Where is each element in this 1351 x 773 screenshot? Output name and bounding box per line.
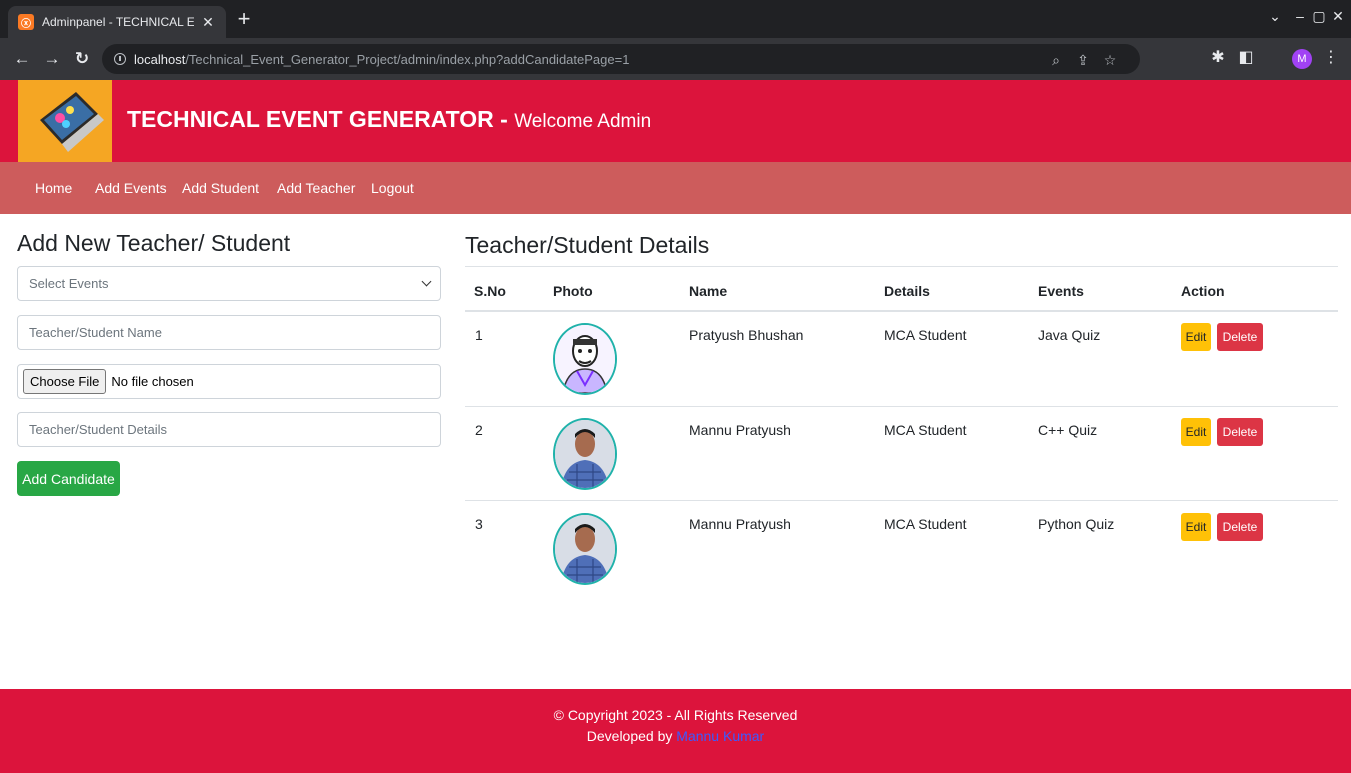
name-placeholder: Teacher/Student Name <box>29 325 162 340</box>
site-info-icon[interactable] <box>114 53 126 65</box>
forward-icon[interactable]: → <box>42 49 62 69</box>
delete-button[interactable]: Delete <box>1217 513 1263 541</box>
col-name: Name <box>689 283 728 299</box>
row-name: Mannu Pratyush <box>689 516 791 532</box>
row-details: MCA Student <box>884 327 967 343</box>
delete-button[interactable]: Delete <box>1217 323 1263 351</box>
details-input[interactable]: Teacher/Student Details <box>17 412 441 447</box>
developed-by: Developed by Mannu Kumar <box>0 728 1351 744</box>
form-heading: Add New Teacher/ Student <box>17 230 291 256</box>
extensions-icon[interactable]: ✱ <box>1209 49 1227 67</box>
row-sno: 1 <box>475 327 483 343</box>
table-heading: Teacher/Student Details <box>465 232 710 258</box>
delete-button[interactable]: Delete <box>1217 418 1263 446</box>
url-host: localhost <box>134 51 186 67</box>
edit-button[interactable]: Edit <box>1181 418 1211 446</box>
minimize-icon[interactable]: – <box>1290 8 1310 24</box>
row-details: MCA Student <box>884 422 967 438</box>
main-navbar: Home Add Events Add Student Add Teacher … <box>0 162 1351 214</box>
col-action: Action <box>1181 283 1225 299</box>
tab-title: Adminpanel - TECHNICAL EVEN <box>42 15 194 29</box>
row-event: C++ Quiz <box>1038 422 1098 438</box>
copyright-text: © Copyright 2023 - All Rights Reserved <box>553 707 798 723</box>
xampp-favicon-icon: ⓧ <box>18 14 34 30</box>
col-details: Details <box>884 283 930 299</box>
name-input[interactable]: Teacher/Student Name <box>17 315 441 350</box>
table-top-border <box>465 266 1338 267</box>
bookmark-star-icon[interactable]: ☆ <box>1101 52 1119 69</box>
site-header: TECHNICAL EVENT GENERATOR - Welcome Admi… <box>0 80 1351 162</box>
row-event: Python Quiz <box>1038 516 1115 532</box>
row-event: Java Quiz <box>1038 327 1101 343</box>
row-name: Pratyush Bhushan <box>689 327 804 343</box>
details-placeholder: Teacher/Student Details <box>29 422 168 437</box>
row-sno: 3 <box>475 516 483 532</box>
row-sno: 2 <box>475 422 483 438</box>
col-events: Events <box>1038 283 1084 299</box>
browser-tab[interactable]: ⓧ Adminpanel - TECHNICAL EVEN ✕ <box>8 6 226 38</box>
browser-toolbar: ← → ↻ localhost/Technical_Event_Generato… <box>0 38 1351 80</box>
row-details: MCA Student <box>884 516 967 532</box>
row-divider <box>465 406 1338 407</box>
nav-home[interactable]: Home <box>35 180 72 196</box>
nav-add-teacher[interactable]: Add Teacher <box>277 180 355 196</box>
developer-link[interactable]: Mannu Kumar <box>676 728 764 744</box>
site-logo <box>18 80 112 162</box>
developed-by-label: Developed by <box>586 728 677 744</box>
restore-icon[interactable]: ▢ <box>1309 8 1329 25</box>
nav-add-student[interactable]: Add Student <box>182 180 259 196</box>
event-select-value: Select Events <box>29 276 109 291</box>
new-tab-icon[interactable]: + <box>232 7 256 31</box>
row-divider <box>465 500 1338 501</box>
col-photo: Photo <box>553 283 593 299</box>
sketch-portrait-avatar <box>553 323 617 395</box>
tab-search-icon[interactable]: ⌄ <box>1265 8 1285 25</box>
event-select[interactable]: Select Events <box>17 266 441 301</box>
close-window-icon[interactable]: ✕ <box>1328 8 1348 25</box>
photo-file-input[interactable]: Choose File No file chosen <box>17 364 441 399</box>
side-panel-icon[interactable]: ◧ <box>1237 49 1255 67</box>
edit-button[interactable]: Edit <box>1181 323 1211 351</box>
zoom-icon[interactable]: ⌕ <box>1047 52 1065 69</box>
close-tab-icon[interactable]: ✕ <box>200 14 216 31</box>
site-title-text: TECHNICAL EVENT GENERATOR <box>127 106 494 132</box>
photo-portrait-avatar <box>553 418 617 490</box>
address-bar[interactable]: localhost/Technical_Event_Generator_Proj… <box>102 44 1140 74</box>
nav-add-events[interactable]: Add Events <box>95 180 167 196</box>
reload-icon[interactable]: ↻ <box>72 49 92 69</box>
site-title: TECHNICAL EVENT GENERATOR - Welcome Admi… <box>127 106 651 133</box>
file-status: No file chosen <box>111 374 194 389</box>
col-sno: S.No <box>474 283 506 299</box>
photo-portrait-avatar <box>553 513 617 585</box>
back-icon[interactable]: ← <box>12 49 32 69</box>
title-separator: - <box>493 106 515 132</box>
add-candidate-button[interactable]: Add Candidate <box>17 461 120 496</box>
browser-tab-bar: ⓧ Adminpanel - TECHNICAL EVEN ✕ + ⌄ – ▢ … <box>0 0 1351 38</box>
site-footer: © Copyright 2023 - All Rights Reserved D… <box>0 689 1351 773</box>
choose-file-button[interactable]: Choose File <box>23 369 107 394</box>
edit-button[interactable]: Edit <box>1181 513 1211 541</box>
welcome-text: Welcome Admin <box>514 111 652 132</box>
profile-avatar[interactable]: M <box>1292 49 1312 69</box>
row-name: Mannu Pratyush <box>689 422 791 438</box>
header-bottom-border <box>465 310 1338 312</box>
menu-kebab-icon[interactable]: ⋮ <box>1322 49 1340 67</box>
share-icon[interactable]: ⇪ <box>1074 52 1092 69</box>
url-path: /Technical_Event_Generator_Project/admin… <box>185 51 630 67</box>
nav-logout[interactable]: Logout <box>371 180 414 196</box>
chevron-down-icon <box>421 276 432 287</box>
